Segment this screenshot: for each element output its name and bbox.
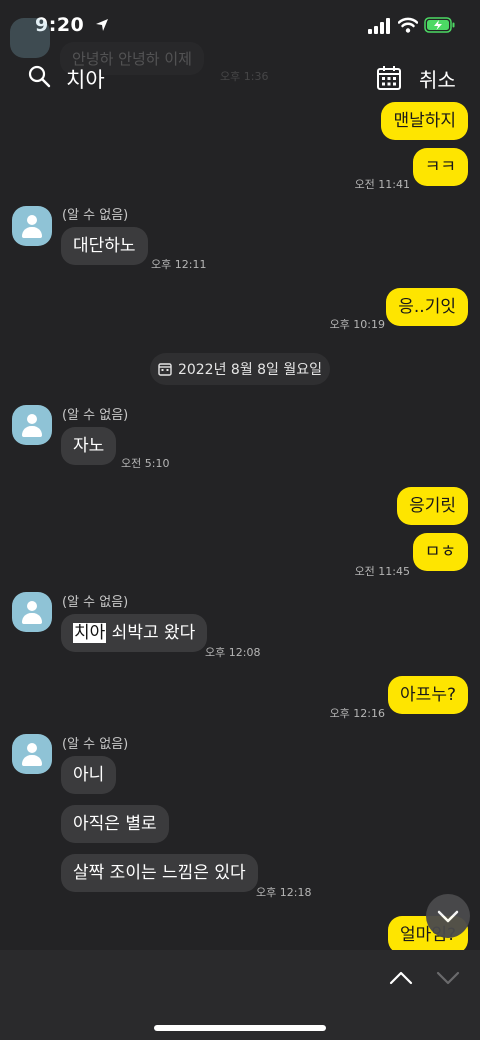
sender-name: (알 수 없음) [62, 208, 129, 223]
date-divider: 2022년 8월 8일 월요일 [150, 353, 330, 385]
message-time: 오후 10:19 [329, 318, 385, 331]
sender-name: (알 수 없음) [62, 737, 129, 752]
avatar[interactable] [12, 734, 52, 774]
message-time: 오전 11:45 [354, 565, 410, 578]
search-input[interactable]: 치아 [66, 64, 105, 94]
sent-message[interactable]: 응..기잇 [386, 288, 468, 326]
next-result-button[interactable] [435, 966, 461, 988]
search-bar: 치아 취소 [0, 52, 480, 104]
wifi-icon [397, 17, 419, 37]
message-time: 오후 12:08 [205, 646, 261, 659]
battery-charging-icon [424, 17, 456, 37]
message-text: 쇠박고 왔다 [106, 623, 196, 643]
sent-message[interactable]: 아프누? [388, 676, 468, 714]
search-highlight: 치아 [73, 623, 107, 643]
scroll-down-button[interactable] [426, 894, 470, 938]
home-indicator[interactable] [154, 1025, 326, 1031]
received-message[interactable]: 아직은 별로 [61, 805, 169, 843]
sent-message[interactable]: 응기릿 [397, 487, 468, 525]
message-time: 오후 12:16 [329, 707, 385, 720]
message-time: 오전 5:10 [121, 457, 170, 470]
avatar[interactable] [12, 206, 52, 246]
signal-icon [368, 18, 392, 38]
avatar[interactable] [12, 405, 52, 445]
chevron-down-icon [437, 910, 459, 923]
calendar-icon[interactable] [376, 65, 402, 91]
sent-message[interactable]: ㅁㅎ [412, 533, 468, 571]
received-message[interactable]: 살짝 조이는 느낌은 있다 [61, 854, 258, 892]
received-message[interactable]: 아니 [61, 756, 117, 794]
message-time: 오후 12:18 [256, 886, 312, 899]
message-time: 오후 12:11 [151, 258, 207, 271]
date-divider-label: 2022년 8월 8일 월요일 [177, 362, 323, 378]
received-message[interactable]: 치아 쇠박고 왔다 [61, 614, 208, 652]
received-message[interactable]: 자노 [61, 427, 117, 465]
sender-name: (알 수 없음) [62, 408, 129, 423]
message-time: 오전 11:41 [354, 178, 410, 191]
sent-message[interactable]: ㅋㅋ [412, 148, 468, 186]
sent-message[interactable]: 맨날하지 [381, 102, 468, 140]
avatar[interactable] [12, 592, 52, 632]
received-message[interactable]: 대단하노 [61, 227, 148, 265]
cancel-button[interactable]: 취소 [419, 64, 456, 93]
previous-result-button[interactable] [388, 966, 414, 988]
sender-name: (알 수 없음) [62, 595, 129, 610]
search-navigation-bar [0, 950, 480, 1040]
search-icon[interactable] [27, 64, 51, 88]
calendar-icon [158, 363, 172, 376]
